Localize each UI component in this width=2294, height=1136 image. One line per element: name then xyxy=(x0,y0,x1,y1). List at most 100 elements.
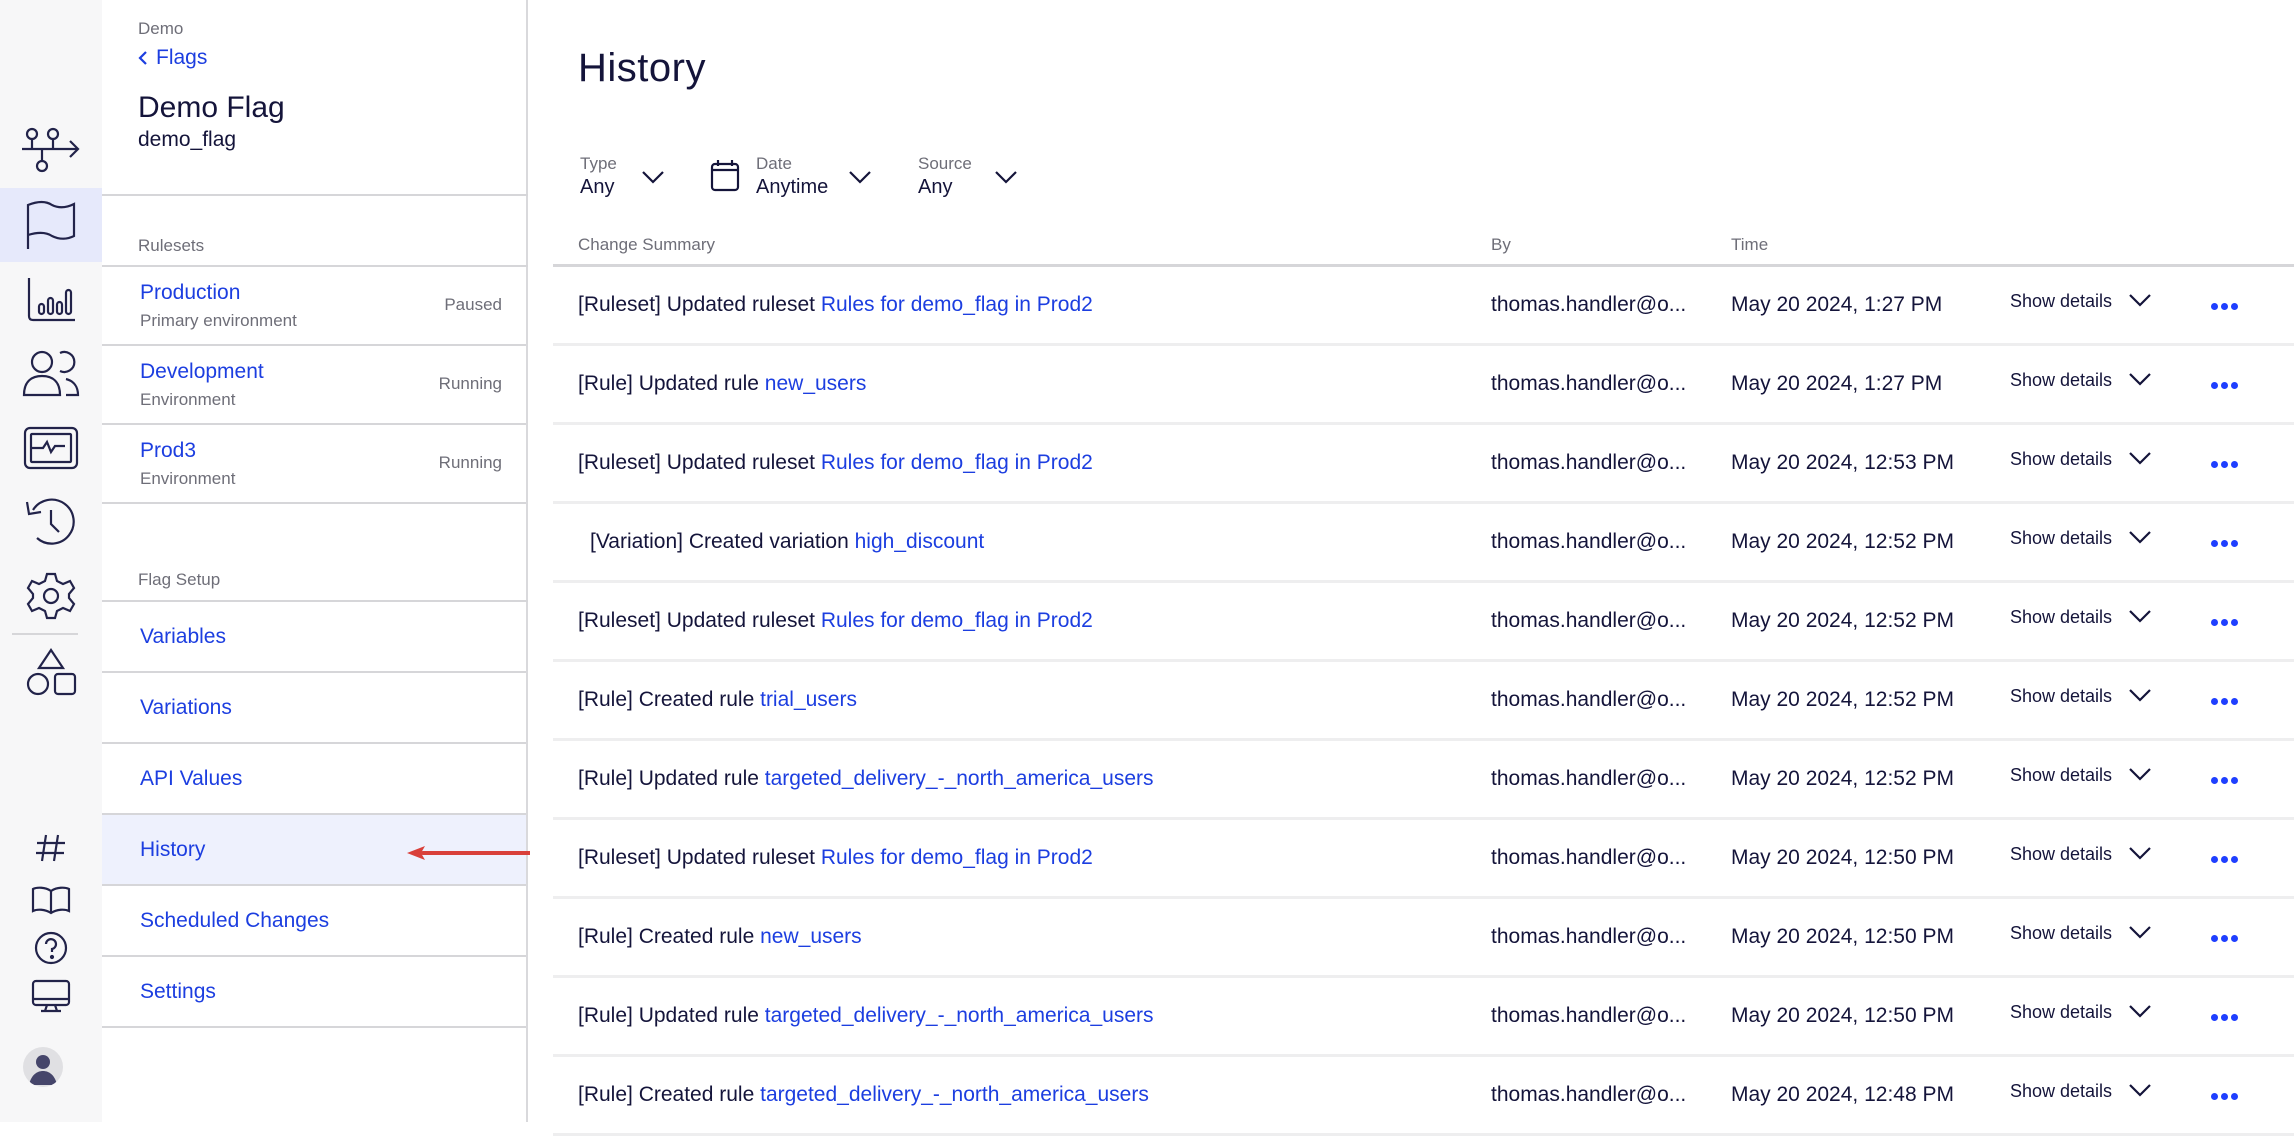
column-header-by[interactable]: By xyxy=(1491,235,1511,255)
changed-by: thomas.handler@o... xyxy=(1491,609,1687,632)
change-action: Updated ruleset xyxy=(666,846,815,869)
chevron-down-icon xyxy=(2128,291,2152,312)
change-target-link[interactable]: targeted_delivery_-_north_america_users xyxy=(760,1083,1149,1106)
ellipsis-dot xyxy=(2210,618,2218,626)
show-details-toggle[interactable]: Show details xyxy=(2010,923,2152,944)
changed-by: thomas.handler@o... xyxy=(1491,451,1687,474)
more-actions-button[interactable] xyxy=(2208,1083,2240,1109)
avatar[interactable] xyxy=(23,1047,63,1087)
flag-icon xyxy=(26,200,76,249)
show-details-toggle[interactable]: Show details xyxy=(2010,1002,2152,1023)
ellipsis-dot xyxy=(2210,934,2218,942)
nav-channels[interactable] xyxy=(0,820,102,876)
change-type-tag: [Rule] xyxy=(578,372,633,395)
ruleset-prod3[interactable]: Prod3 Environment Running xyxy=(102,425,526,504)
filter-date[interactable]: Date Anytime xyxy=(710,154,872,200)
more-actions-button[interactable] xyxy=(2208,530,2240,556)
change-target-link[interactable]: high_discount xyxy=(855,530,985,553)
flag-setup-variables[interactable]: Variables xyxy=(102,602,526,673)
change-summary: [Ruleset] Updated ruleset Rules for demo… xyxy=(578,609,1093,633)
show-details-label: Show details xyxy=(2010,291,2113,311)
ellipsis-dot xyxy=(2220,539,2228,547)
nav-settings[interactable] xyxy=(0,564,102,628)
flag-sidebar: Demo Flags Demo Flag demo_flag Rulesets … xyxy=(102,0,613,1122)
more-actions-button[interactable] xyxy=(2208,1004,2240,1030)
more-actions-button[interactable] xyxy=(2208,767,2240,793)
ellipsis-dot xyxy=(2220,776,2228,784)
filter-type[interactable]: Type Any xyxy=(580,154,665,200)
show-details-toggle[interactable]: Show details xyxy=(2010,607,2152,628)
change-action: Updated rule xyxy=(638,767,759,790)
flag-setup-api-values[interactable]: API Values xyxy=(102,744,526,815)
ellipsis-dot xyxy=(2230,697,2238,705)
help-icon xyxy=(34,931,68,965)
show-details-toggle[interactable]: Show details xyxy=(2010,686,2152,707)
back-to-flags-link[interactable]: Flags xyxy=(138,46,207,70)
more-actions-button[interactable] xyxy=(2208,609,2240,635)
change-target-link[interactable]: targeted_delivery_-_north_america_users xyxy=(765,1004,1154,1027)
change-target-link[interactable]: new_users xyxy=(760,925,862,948)
nav-monitoring[interactable] xyxy=(0,416,102,480)
more-actions-button[interactable] xyxy=(2208,846,2240,872)
nav-integrations[interactable] xyxy=(0,640,102,704)
flag-setup-scheduled-changes[interactable]: Scheduled Changes xyxy=(102,886,526,957)
filter-source[interactable]: Source Any xyxy=(918,154,1018,200)
change-target-link[interactable]: Rules for demo_flag in Prod2 xyxy=(821,609,1093,632)
change-target-link[interactable]: Rules for demo_flag in Prod2 xyxy=(821,293,1093,316)
nav-projects[interactable] xyxy=(0,118,102,182)
ellipsis-dot xyxy=(2230,1013,2238,1021)
more-actions-button[interactable] xyxy=(2208,293,2240,319)
show-details-toggle[interactable]: Show details xyxy=(2010,449,2152,470)
ellipsis-dot xyxy=(2210,539,2218,547)
change-summary: [Rule] Updated rule targeted_delivery_-_… xyxy=(578,767,1154,791)
show-details-toggle[interactable]: Show details xyxy=(2010,765,2152,786)
nav-display[interactable] xyxy=(0,968,102,1024)
ruleset-development[interactable]: Development Environment Running xyxy=(102,346,526,425)
nav-audiences[interactable] xyxy=(0,342,102,406)
chevron-down-icon xyxy=(994,170,1018,189)
gear-icon xyxy=(26,572,76,620)
change-summary: [Rule] Created rule trial_users xyxy=(578,688,857,712)
rulesets-heading: Rulesets xyxy=(138,236,205,255)
show-details-label: Show details xyxy=(2010,528,2113,548)
show-details-toggle[interactable]: Show details xyxy=(2010,291,2152,312)
show-details-toggle[interactable]: Show details xyxy=(2010,528,2152,549)
nav-metrics[interactable] xyxy=(0,268,102,332)
more-actions-button[interactable] xyxy=(2208,372,2240,398)
nav-flags[interactable] xyxy=(0,188,102,262)
change-target-link[interactable]: Rules for demo_flag in Prod2 xyxy=(821,451,1093,474)
ellipsis-dot xyxy=(2230,460,2238,468)
change-type-tag: [Rule] xyxy=(578,767,633,790)
show-details-label: Show details xyxy=(2010,686,2113,706)
ruleset-production[interactable]: Production Primary environment Paused xyxy=(102,267,526,346)
change-target-link[interactable]: targeted_delivery_-_north_america_users xyxy=(765,767,1154,790)
ellipsis-dot xyxy=(2220,1092,2228,1100)
nav-history[interactable] xyxy=(0,490,102,554)
flag-setup-settings[interactable]: Settings xyxy=(102,957,526,1028)
change-action: Created variation xyxy=(688,530,849,553)
more-actions-button[interactable] xyxy=(2208,688,2240,714)
flag-setup-variations[interactable]: Variations xyxy=(102,673,526,744)
change-type-tag: [Ruleset] xyxy=(578,846,661,869)
show-details-toggle[interactable]: Show details xyxy=(2010,370,2152,391)
more-actions-button[interactable] xyxy=(2208,925,2240,951)
ellipsis-dot xyxy=(2220,381,2228,389)
bar-chart-icon xyxy=(27,278,75,322)
change-target-link[interactable]: new_users xyxy=(765,372,867,395)
ellipsis-dot xyxy=(2230,302,2238,310)
more-actions-button[interactable] xyxy=(2208,451,2240,477)
change-action: Updated ruleset xyxy=(666,451,815,474)
change-target-link[interactable]: Rules for demo_flag in Prod2 xyxy=(821,846,1093,869)
column-header-summary[interactable]: Change Summary xyxy=(578,235,715,255)
change-target-link[interactable]: trial_users xyxy=(760,688,857,711)
change-time: May 20 2024, 12:52 PM xyxy=(1731,767,1954,790)
show-details-toggle[interactable]: Show details xyxy=(2010,844,2152,865)
ellipsis-dot xyxy=(2210,697,2218,705)
change-summary: [Variation] Created variation high_disco… xyxy=(590,530,984,554)
change-type-tag: [Variation] xyxy=(590,530,683,553)
ellipsis-dot xyxy=(2230,1092,2238,1100)
column-header-time[interactable]: Time xyxy=(1731,235,1768,255)
hash-icon xyxy=(36,834,65,862)
chevron-down-icon xyxy=(2128,449,2152,470)
show-details-toggle[interactable]: Show details xyxy=(2010,1081,2152,1102)
